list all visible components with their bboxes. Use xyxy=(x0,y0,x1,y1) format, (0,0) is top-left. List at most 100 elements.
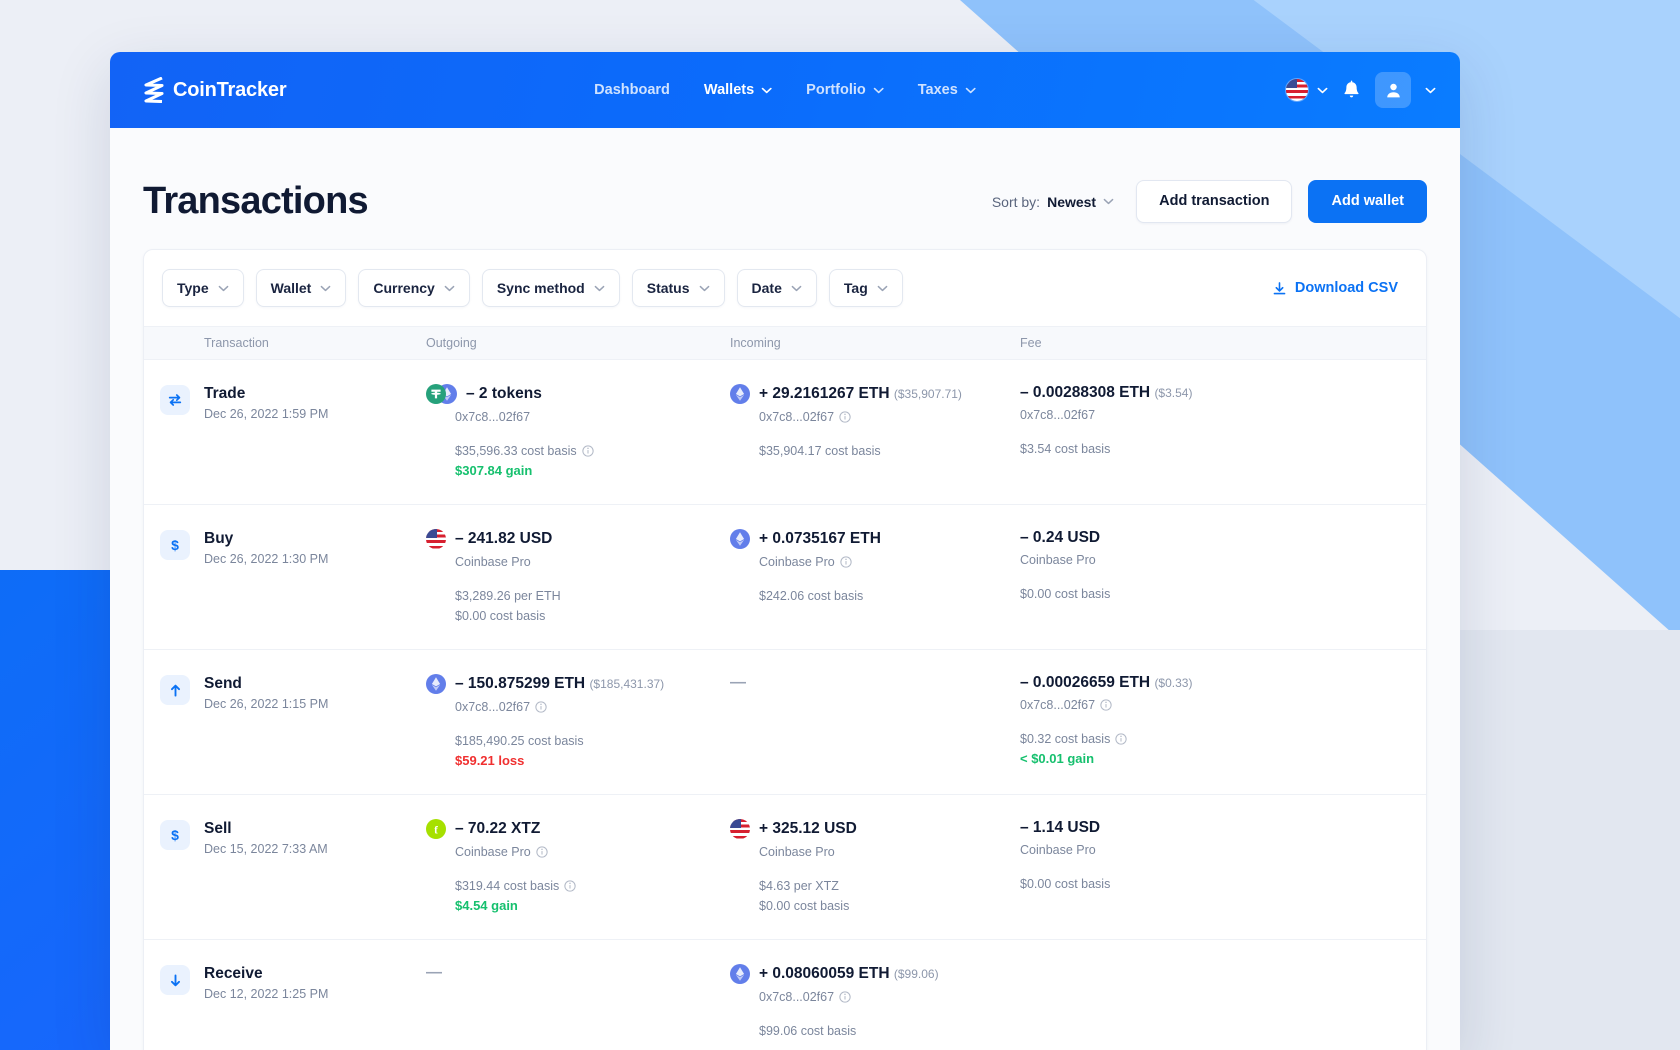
source-label: Coinbase Pro xyxy=(730,845,1020,859)
source-label: 0x7c8...02f67 xyxy=(730,990,1020,1004)
us-flag-icon xyxy=(426,529,446,549)
info-icon[interactable] xyxy=(839,411,851,423)
cointracker-logo-icon xyxy=(142,77,164,103)
info-icon[interactable] xyxy=(1115,733,1127,745)
notifications-button[interactable] xyxy=(1342,80,1361,101)
table-row[interactable]: $BuyDec 26, 2022 1:30 PM– 241.82 USDCoin… xyxy=(144,505,1426,650)
info-icon[interactable] xyxy=(536,846,548,858)
cost-basis-label: $0.00 cost basis xyxy=(1020,587,1426,601)
cell-fee: – 0.24 USDCoinbase Pro$0.00 cost basis xyxy=(1020,529,1426,623)
amount-value: + 0.08060059 ETH ($99.06) xyxy=(759,965,939,983)
brand-logo[interactable]: CoinTracker xyxy=(142,77,286,103)
amount-usd: ($3.54) xyxy=(1154,386,1192,400)
brand-name: CoinTracker xyxy=(173,79,286,102)
cell-incoming: + 325.12 USDCoinbase Pro$4.63 per XTZ$0.… xyxy=(730,819,1020,913)
transactions-list: TradeDec 26, 2022 1:59 PM– 2 tokens0x7c8… xyxy=(144,360,1426,1050)
account-chevron-down-icon[interactable] xyxy=(1425,87,1436,94)
info-icon[interactable] xyxy=(564,880,576,892)
source-label: Coinbase Pro xyxy=(426,555,730,569)
amount-value: – 2 tokens xyxy=(466,385,542,403)
download-icon xyxy=(1272,281,1287,296)
nav-item-dashboard[interactable]: Dashboard xyxy=(594,82,670,98)
user-avatar-icon xyxy=(1384,81,1403,100)
amount-line: + 0.0735167 ETH xyxy=(730,529,1020,549)
nav-item-wallets[interactable]: Wallets xyxy=(704,82,772,98)
page-header: Transactions Sort by: Newest Add transac… xyxy=(143,128,1427,249)
transaction-date: Dec 26, 2022 1:59 PM xyxy=(204,407,328,421)
info-icon[interactable] xyxy=(535,701,547,713)
cell-incoming: + 29.2161267 ETH ($35,907.71)0x7c8...02f… xyxy=(730,384,1020,478)
filter-status[interactable]: Status xyxy=(632,269,725,307)
nav-item-portfolio[interactable]: Portfolio xyxy=(806,82,884,98)
filter-wallet-label: Wallet xyxy=(271,280,312,296)
filter-type[interactable]: Type xyxy=(162,269,244,307)
source-label: Coinbase Pro xyxy=(426,845,730,859)
cell-fee: – 0.00288308 ETH ($3.54)0x7c8...02f67$3.… xyxy=(1020,384,1426,478)
top-navbar: CoinTracker Dashboard Wallets Portfolio … xyxy=(110,52,1460,128)
amount-value: – 0.00026659 ETH ($0.33) xyxy=(1020,674,1192,692)
empty-dash: — xyxy=(426,964,730,982)
filter-wallet[interactable]: Wallet xyxy=(256,269,347,307)
cost-basis-label: $99.06 cost basis xyxy=(730,1024,1020,1038)
add-transaction-button[interactable]: Add transaction xyxy=(1136,180,1292,223)
amount-line: – 0.00288308 ETH ($3.54) xyxy=(1020,384,1426,402)
table-row[interactable]: $SellDec 15, 2022 7:33 AMƭ– 70.22 XTZCoi… xyxy=(144,795,1426,940)
chevron-down-icon xyxy=(218,285,229,292)
transaction-type: Trade xyxy=(204,385,245,402)
nav-label-taxes: Taxes xyxy=(918,82,958,98)
transaction-date: Dec 26, 2022 1:15 PM xyxy=(204,697,328,711)
svg-text:ƭ: ƭ xyxy=(434,825,438,837)
download-csv-button[interactable]: Download CSV xyxy=(1272,280,1408,296)
info-icon[interactable] xyxy=(582,445,594,457)
filter-tag[interactable]: Tag xyxy=(829,269,903,307)
chevron-down-icon xyxy=(877,285,888,292)
table-row[interactable]: ReceiveDec 12, 2022 1:25 PM—+ 0.08060059… xyxy=(144,940,1426,1050)
filter-sync-method[interactable]: Sync method xyxy=(482,269,620,307)
cost-basis-label: $35,904.17 cost basis xyxy=(730,444,1020,458)
app-window: CoinTracker Dashboard Wallets Portfolio … xyxy=(110,52,1460,1050)
column-header-transaction: Transaction xyxy=(144,336,426,350)
source-label: 0x7c8...02f67 xyxy=(426,700,730,714)
cell-fee xyxy=(1020,964,1426,1038)
cost-basis-label: $3.54 cost basis xyxy=(1020,442,1426,456)
table-row[interactable]: Trade Dec 26, 2022 1:59 PM – 2 tokens0x7c8… xyxy=(144,360,1426,505)
info-icon[interactable] xyxy=(1100,699,1112,711)
chevron-down-icon xyxy=(699,285,710,292)
amount-line: – 0.24 USD xyxy=(1020,529,1426,547)
amount-value: – 0.24 USD xyxy=(1020,529,1100,547)
info-icon[interactable] xyxy=(840,556,852,568)
filter-sync-method-label: Sync method xyxy=(497,280,585,296)
cell-outgoing: – 2 tokens0x7c8...02f67$35,596.33 cost b… xyxy=(426,384,730,478)
tether-eth-pair-icon xyxy=(426,384,457,404)
cost-basis-label: $242.06 cost basis xyxy=(730,589,1020,603)
amount-value: + 325.12 USD xyxy=(759,820,857,838)
locale-switcher[interactable] xyxy=(1286,79,1328,101)
table-row[interactable]: SendDec 26, 2022 1:15 PM– 150.875299 ETH… xyxy=(144,650,1426,795)
add-wallet-button[interactable]: Add wallet xyxy=(1308,180,1427,223)
arrow-down-receive-icon xyxy=(160,965,190,995)
cell-incoming: + 0.08060059 ETH ($99.06) 0x7c8...02f67 $9… xyxy=(730,964,1020,1038)
sort-by-label: Sort by: xyxy=(992,194,1040,210)
cell-fee: – 1.14 USDCoinbase Pro$0.00 cost basis xyxy=(1020,819,1426,913)
amount-line: – 150.875299 ETH ($185,431.37) xyxy=(426,674,730,694)
navbar-right-actions xyxy=(1286,72,1436,108)
column-header-fee: Fee xyxy=(1020,336,1426,350)
amount-value: – 1.14 USD xyxy=(1020,819,1100,837)
amount-value: – 0.00288308 ETH ($3.54) xyxy=(1020,384,1192,402)
sort-by-dropdown[interactable]: Sort by: Newest xyxy=(992,194,1114,210)
ethereum-icon xyxy=(730,964,750,984)
chevron-down-icon xyxy=(1317,87,1328,94)
cell-transaction: ReceiveDec 12, 2022 1:25 PM xyxy=(144,964,426,1038)
amount-line: – 0.00026659 ETH ($0.33) xyxy=(1020,674,1426,692)
cell-transaction: SendDec 26, 2022 1:15 PM xyxy=(144,674,426,768)
amount-line: – 241.82 USD xyxy=(426,529,730,549)
account-menu-button[interactable] xyxy=(1375,72,1411,108)
filter-currency[interactable]: Currency xyxy=(358,269,469,307)
cell-outgoing: ƭ– 70.22 XTZCoinbase Pro$319.44 cost bas… xyxy=(426,819,730,913)
chevron-down-icon xyxy=(965,87,976,94)
info-icon[interactable] xyxy=(839,991,851,1003)
filter-date[interactable]: Date xyxy=(737,269,817,307)
us-flag-icon xyxy=(1286,79,1308,101)
sort-by-value: Newest xyxy=(1047,194,1096,210)
nav-item-taxes[interactable]: Taxes xyxy=(918,82,976,98)
